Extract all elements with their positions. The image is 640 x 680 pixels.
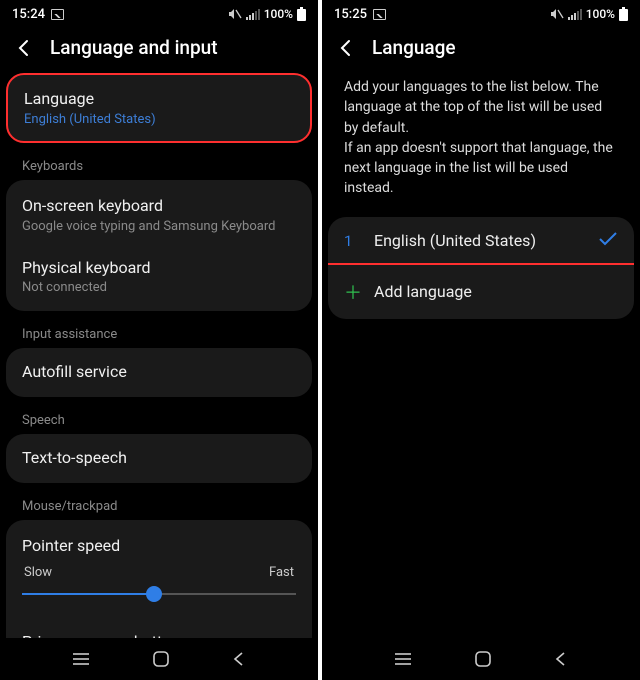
back-nav-icon[interactable]	[231, 651, 247, 667]
back-icon[interactable]	[336, 38, 356, 58]
back-nav-icon[interactable]	[553, 651, 569, 667]
header: Language and input	[0, 28, 318, 73]
autofill-row[interactable]: Autofill service	[6, 348, 312, 397]
onscreen-keyboard-row[interactable]: On-screen keyboard Google voice typing a…	[22, 194, 296, 246]
page-title: Language	[372, 36, 456, 59]
nav-bar	[0, 638, 318, 680]
battery-icon	[297, 7, 306, 21]
row-title: Language	[24, 89, 294, 110]
home-icon[interactable]	[474, 650, 492, 668]
recents-icon[interactable]	[71, 652, 91, 666]
content: Add your languages to the list below. Th…	[322, 73, 640, 638]
description-text: Add your languages to the list below. Th…	[328, 73, 634, 217]
settings-list: Language English (United States) Keyboar…	[0, 73, 318, 638]
home-icon[interactable]	[152, 650, 170, 668]
add-language-row[interactable]: ＋ Add language	[328, 263, 634, 319]
physical-keyboard-row[interactable]: Physical keyboard Not connected	[22, 246, 296, 298]
battery-text: 100%	[586, 7, 615, 21]
check-icon	[598, 231, 618, 251]
slider-fast-label: Fast	[269, 565, 294, 580]
row-title: Text-to-speech	[22, 448, 296, 469]
row-title: Pointer speed	[22, 536, 296, 557]
recents-icon[interactable]	[393, 652, 413, 666]
section-speech: Speech	[6, 403, 312, 434]
row-sub: Not connected	[22, 280, 296, 295]
status-icons: 100%	[228, 7, 306, 21]
section-keyboards: Keyboards	[6, 149, 312, 180]
section-mouse: Mouse/trackpad	[6, 489, 312, 520]
plus-icon: ＋	[344, 279, 358, 305]
row-sub: Google voice typing and Samsung Keyboard	[22, 219, 296, 234]
status-icons: 100%	[550, 7, 628, 21]
header: Language	[322, 28, 640, 73]
mouse-card: Pointer speed Slow Fast Primary mouse bu…	[6, 520, 312, 638]
slider-slow-label: Slow	[24, 565, 52, 580]
screenshot-icon	[373, 9, 386, 20]
back-icon[interactable]	[14, 38, 34, 58]
status-time: 15:24	[12, 7, 45, 22]
battery-icon	[619, 7, 628, 21]
signal-icon	[246, 9, 260, 20]
page-title: Language and input	[50, 36, 218, 59]
pointer-slider[interactable]	[22, 584, 296, 604]
battery-text: 100%	[264, 7, 293, 21]
signal-icon	[568, 9, 582, 20]
screenshot-language-and-input: 15:24 100% Language and input Language E…	[0, 0, 318, 680]
primary-mouse-button-row[interactable]: Primary mouse button Left	[22, 616, 296, 638]
section-input-assistance: Input assistance	[6, 317, 312, 348]
tts-row[interactable]: Text-to-speech	[6, 434, 312, 483]
language-name: English (United States)	[374, 231, 536, 250]
language-list: 1 English (United States) ＋ Add language	[328, 217, 634, 319]
mute-icon	[550, 8, 564, 20]
keyboards-card: On-screen keyboard Google voice typing a…	[6, 180, 312, 312]
row-sub: English (United States)	[24, 112, 294, 127]
status-bar: 15:24 100%	[0, 0, 318, 28]
row-title: Physical keyboard	[22, 258, 296, 279]
nav-bar	[322, 638, 640, 680]
status-time: 15:25	[334, 7, 367, 22]
language-index: 1	[344, 232, 358, 250]
row-title: Autofill service	[22, 362, 296, 383]
screenshot-language-list: 15:25 100% Language Add your languages t…	[322, 0, 640, 680]
language-setting-row[interactable]: Language English (United States)	[6, 73, 312, 143]
row-title: On-screen keyboard	[22, 196, 296, 217]
status-bar: 15:25 100%	[322, 0, 640, 28]
mute-icon	[228, 8, 242, 20]
language-row[interactable]: 1 English (United States)	[328, 217, 634, 265]
screenshot-icon	[51, 9, 64, 20]
pointer-speed-row[interactable]: Pointer speed Slow Fast	[22, 534, 296, 616]
add-language-label: Add language	[374, 282, 472, 301]
